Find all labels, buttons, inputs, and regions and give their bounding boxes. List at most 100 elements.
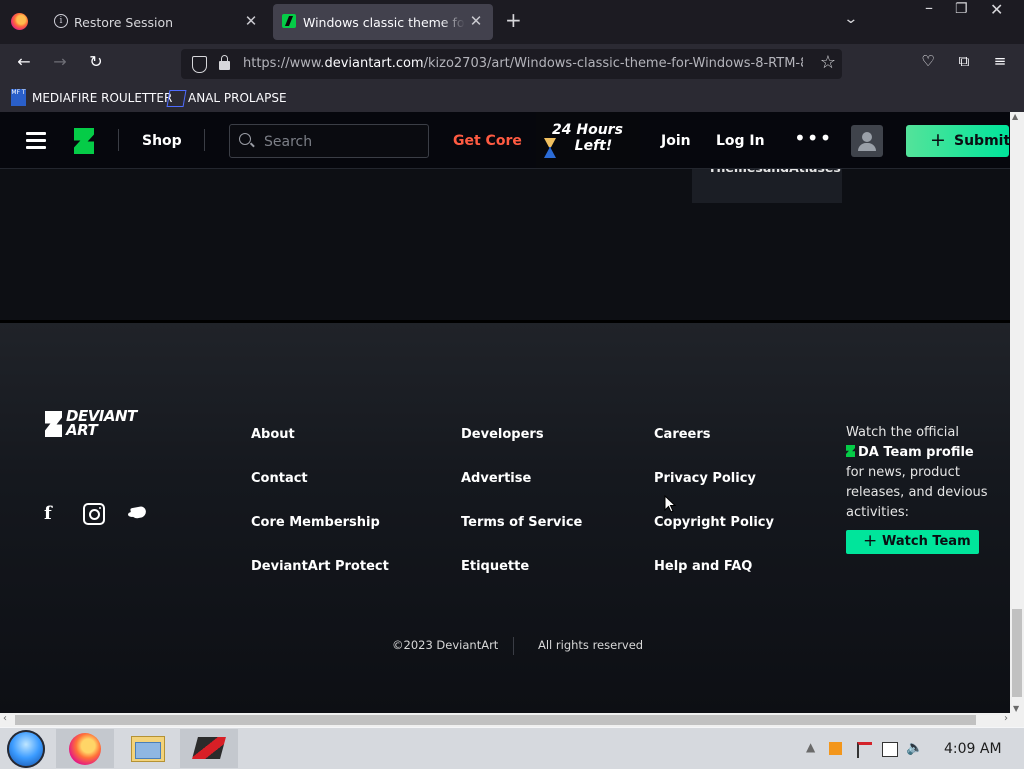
close-window-icon[interactable]: ✕ <box>990 0 1003 19</box>
volume-icon[interactable]: 🔈 <box>906 740 923 756</box>
hamburger-menu-icon[interactable] <box>26 132 46 149</box>
minimize-icon[interactable]: – <box>925 0 933 17</box>
logo-wordmark: DEVIANT ART <box>66 409 137 439</box>
bookmark-mediafire-rouletter[interactable]: MEDIAFIRE ROULETTER <box>32 91 172 105</box>
bookmark-icon <box>166 90 187 107</box>
search-icon <box>239 133 251 145</box>
footer-link-etiquette[interactable]: Etiquette <box>461 559 529 574</box>
rights-text: All rights reserved <box>538 638 644 652</box>
bookmark-second[interactable]: ANAL PROLAPSE <box>188 91 287 105</box>
more-options-icon[interactable]: ••• <box>794 126 832 150</box>
list-all-tabs-icon[interactable]: ⌄ <box>843 11 858 27</box>
tab-title: Windows classic theme for Windows 8 RTM … <box>303 15 465 30</box>
logo-line-2: ART <box>66 421 98 439</box>
tab-deviantart[interactable]: Windows classic theme for Windows 8 RTM … <box>273 4 493 40</box>
taskbar-firefox[interactable] <box>56 729 114 768</box>
taskbar-explorer[interactable] <box>118 729 176 768</box>
vertical-scroll-thumb[interactable] <box>1012 609 1022 697</box>
lock-icon[interactable] <box>219 55 230 70</box>
footer-link-privacy-policy[interactable]: Privacy Policy <box>654 471 756 486</box>
taskbar-game[interactable] <box>180 729 238 768</box>
instagram-icon[interactable] <box>83 503 105 525</box>
firefox-icon <box>69 733 101 765</box>
firefox-menu-icon[interactable] <box>11 13 28 30</box>
tab-strip: i Restore Session ✕ Windows classic them… <box>0 0 1024 44</box>
deviantart-logo-icon <box>45 411 62 437</box>
pocket-icon[interactable]: ♡ <box>916 52 940 70</box>
deviantart-logo-icon[interactable] <box>74 128 94 154</box>
scroll-up-icon[interactable]: ▲ <box>1012 112 1018 121</box>
divider <box>513 637 514 655</box>
horizontal-scrollbar[interactable]: ‹ › <box>0 713 1024 727</box>
navigation-toolbar: ← → ↻ https://www.deviantart.com/kizo270… <box>0 44 1024 84</box>
join-link[interactable]: Join <box>661 133 691 149</box>
reload-icon[interactable]: ↻ <box>84 52 108 71</box>
get-core-link[interactable]: Get Core <box>453 133 522 149</box>
network-icon[interactable] <box>882 742 898 757</box>
facebook-icon[interactable]: f <box>44 503 52 524</box>
vertical-scrollbar[interactable]: ▲ ▼ <box>1010 112 1024 713</box>
footer-link-help-faq[interactable]: Help and FAQ <box>654 559 752 574</box>
bookmark-star-icon[interactable]: ☆ <box>820 52 836 73</box>
footer-link-core-membership[interactable]: Core Membership <box>251 515 380 530</box>
footer-link-copyright-policy[interactable]: Copyright Policy <box>654 515 774 530</box>
shop-link[interactable]: Shop <box>142 133 182 149</box>
mediafire-icon: MF T <box>11 89 26 106</box>
mouse-cursor-icon <box>664 495 676 513</box>
promo-text: 24 Hours Left! <box>552 122 623 154</box>
close-tab-icon[interactable]: ✕ <box>243 12 259 30</box>
scroll-left-icon[interactable]: ‹ <box>3 713 7 724</box>
promo-line-2: Left! <box>574 138 613 154</box>
tab-restore-session[interactable]: i Restore Session ✕ <box>44 4 268 40</box>
avatar[interactable] <box>851 125 883 157</box>
scroll-down-icon[interactable]: ▼ <box>1013 704 1019 713</box>
back-icon[interactable]: ← <box>12 52 36 71</box>
url-text[interactable]: https://www.deviantart.com/kizo2703/art/… <box>243 56 803 71</box>
twitter-icon[interactable] <box>128 504 147 519</box>
submit-label: Submit <box>954 133 1011 149</box>
forward-icon[interactable]: → <box>48 52 72 71</box>
clock[interactable]: 4:09 AM <box>944 741 1002 757</box>
info-icon: i <box>54 14 68 28</box>
footer-link-contact[interactable]: Contact <box>251 471 308 486</box>
promo-banner[interactable]: 24 Hours Left! <box>536 112 640 168</box>
scroll-right-icon[interactable]: › <box>1004 713 1008 724</box>
login-link[interactable]: Log In <box>716 133 765 149</box>
horizontal-scroll-thumb[interactable] <box>15 715 976 725</box>
start-button[interactable] <box>7 730 45 768</box>
url-bar[interactable]: https://www.deviantart.com/kizo2703/art/… <box>181 49 842 79</box>
action-center-flag-icon[interactable] <box>857 742 872 758</box>
footer-link-developers[interactable]: Developers <box>461 427 544 442</box>
tracking-protection-icon[interactable] <box>192 56 207 73</box>
search-box[interactable] <box>229 124 429 158</box>
watch-description: for news, product releases, and devious … <box>846 465 988 520</box>
site-footer: DEVIANT ART f About Contact Core Members… <box>0 323 1010 713</box>
promo-line-1: 24 Hours <box>552 122 623 138</box>
divider <box>118 129 119 151</box>
divider <box>204 129 205 151</box>
watch-intro: Watch the official <box>846 425 959 440</box>
footer-link-about[interactable]: About <box>251 427 295 442</box>
close-tab-icon[interactable]: ✕ <box>468 12 484 30</box>
watch-team-button[interactable]: + Watch Team <box>846 530 979 554</box>
restore-icon[interactable]: ❐ <box>955 1 968 17</box>
footer-link-careers[interactable]: Careers <box>654 427 711 442</box>
footer-link-advertise[interactable]: Advertise <box>461 471 531 486</box>
dropdown-peek[interactable]: ThemesandAtlases <box>692 160 842 203</box>
game-icon <box>192 737 226 759</box>
footer-link-terms[interactable]: Terms of Service <box>461 515 582 530</box>
app-menu-icon[interactable]: ≡ <box>988 52 1012 70</box>
footer-link-deviantart-protect[interactable]: DeviantArt Protect <box>251 559 389 574</box>
show-hidden-icons-icon[interactable]: ▲ <box>806 740 815 754</box>
plus-icon: + <box>930 129 946 151</box>
extensions-icon[interactable]: ⧉ <box>952 52 976 70</box>
deviantart-header: Shop Get Core 24 Hours Left! Join Log In… <box>0 112 1010 169</box>
tray-app-icon[interactable] <box>829 742 842 755</box>
new-tab-icon[interactable]: + <box>505 8 522 32</box>
page-viewport: ThemesandAtlases Shop Get Core 24 Hours … <box>0 112 1024 713</box>
search-input[interactable] <box>262 131 416 153</box>
explorer-icon <box>131 736 165 762</box>
da-team-profile-link[interactable]: DA Team profile <box>846 445 974 460</box>
submit-button[interactable]: + Submit <box>906 125 1011 157</box>
bookmarks-toolbar: MF T MEDIAFIRE ROULETTER ANAL PROLAPSE <box>0 84 1024 112</box>
